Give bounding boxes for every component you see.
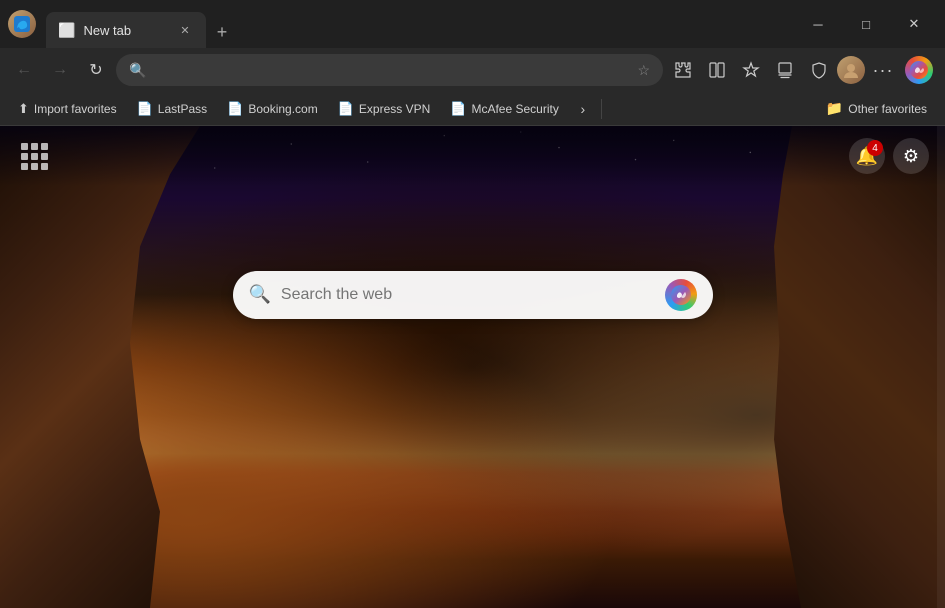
fav-more-button[interactable]: › [569, 95, 597, 123]
fav-lastpass-icon: 📄 [137, 101, 153, 117]
dot [31, 153, 38, 160]
favorite-star-icon[interactable]: ☆ [637, 62, 650, 79]
dot [31, 163, 38, 170]
fav-expressvpn-icon: 📄 [338, 101, 354, 117]
fav-mcafee-icon: 📄 [450, 101, 466, 117]
window-controls-left [8, 10, 36, 38]
notification-bell-button[interactable]: 🔔 4 [849, 138, 885, 174]
web-search-input[interactable] [281, 286, 655, 304]
address-input[interactable] [154, 62, 629, 78]
fav-mcafee-label: McAfee Security [471, 102, 558, 116]
rock-right [765, 126, 945, 608]
more-button[interactable]: ··· [867, 54, 899, 86]
fav-import-favorites[interactable]: ⬆ Import favorites [8, 95, 127, 123]
collections-button[interactable] [769, 54, 801, 86]
maximize-button[interactable]: □ [843, 8, 889, 40]
search-icon: 🔍 [249, 284, 271, 305]
title-bar: ⬜ New tab ✕ + ─ □ ✕ [0, 0, 945, 48]
dot [41, 153, 48, 160]
dot [41, 163, 48, 170]
new-tab-button[interactable]: + [206, 16, 238, 48]
fav-import-label: Import favorites [34, 102, 117, 116]
window-buttons: ─ □ ✕ [795, 8, 937, 40]
dot [21, 143, 28, 150]
notification-badge: 4 [867, 140, 883, 156]
fav-expressvpn[interactable]: 📄 Express VPN [328, 95, 441, 123]
fav-expressvpn-label: Express VPN [359, 102, 430, 116]
rock-left [0, 126, 200, 608]
tab-close-button[interactable]: ✕ [176, 21, 194, 39]
dot [21, 163, 28, 170]
fav-booking[interactable]: 📄 Booking.com [217, 95, 328, 123]
fav-mcafee[interactable]: 📄 McAfee Security [440, 95, 569, 123]
top-gradient-overlay [0, 126, 945, 186]
forward-button[interactable]: → [44, 54, 76, 86]
search-icon: 🔍 [129, 62, 146, 79]
back-button[interactable]: ← [8, 54, 40, 86]
favorites-bar: ⬆ Import favorites 📄 LastPass 📄 Booking.… [0, 92, 945, 126]
top-right-actions: 🔔 4 ⚙ [849, 138, 929, 174]
close-button[interactable]: ✕ [891, 8, 937, 40]
fav-lastpass-label: LastPass [158, 102, 207, 116]
dot [41, 143, 48, 150]
tab-favicon: ⬜ [58, 22, 75, 39]
main-content: 🔔 4 ⚙ 🔍 [0, 126, 945, 608]
extensions-button[interactable] [667, 54, 699, 86]
minimize-button[interactable]: ─ [795, 8, 841, 40]
refresh-button[interactable]: ↻ [80, 54, 112, 86]
dot [31, 143, 38, 150]
nav-actions: ··· [667, 52, 937, 88]
fav-booking-label: Booking.com [248, 102, 317, 116]
address-bar[interactable]: 🔍 ☆ [116, 54, 663, 86]
nav-bar: ← → ↻ 🔍 ☆ [0, 48, 945, 92]
active-tab[interactable]: ⬜ New tab ✕ [46, 12, 206, 48]
edge-profile-icon[interactable] [8, 10, 36, 38]
split-screen-button[interactable] [701, 54, 733, 86]
fav-folder-icon: 📁 [826, 100, 843, 117]
tab-title: New tab [83, 23, 168, 38]
shield-button[interactable] [803, 54, 835, 86]
fav-separator [601, 99, 602, 119]
copilot-button[interactable] [901, 52, 937, 88]
dot [21, 153, 28, 160]
apps-grid-button[interactable] [16, 138, 52, 174]
grid-dots-icon [21, 143, 48, 170]
fav-other-label: Other favorites [848, 102, 927, 116]
rock-arch-decoration [0, 126, 945, 608]
fav-import-icon: ⬆ [18, 101, 29, 117]
fav-lastpass[interactable]: 📄 LastPass [127, 95, 218, 123]
scrollbar[interactable] [937, 126, 945, 608]
search-box: 🔍 [233, 271, 713, 319]
tabs-area: ⬜ New tab ✕ + [46, 0, 789, 48]
fav-booking-icon: 📄 [227, 101, 243, 117]
search-overlay: 🔍 [233, 271, 713, 319]
settings-button[interactable]: ⚙ [893, 138, 929, 174]
favorites-button[interactable] [735, 54, 767, 86]
profile-button[interactable] [837, 56, 865, 84]
copilot-logo-icon [905, 56, 933, 84]
copilot-search-button[interactable] [665, 279, 697, 311]
fav-other-favorites[interactable]: 📁 Other favorites [816, 95, 937, 123]
